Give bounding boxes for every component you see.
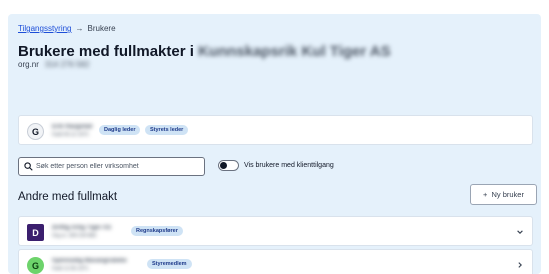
- current-user-card: G Erik Haugstad Født 09.12.1972 Daglig l…: [18, 115, 533, 145]
- avatar: G: [27, 123, 44, 140]
- list-item-sub: Org.nr. 309 234 882: [52, 233, 97, 239]
- toggle-knob: [220, 162, 227, 169]
- chevron-down-icon[interactable]: [516, 228, 524, 236]
- role-badge: Styrets leder: [145, 125, 189, 135]
- role-badge: Daglig leder: [99, 125, 141, 135]
- breadcrumb-arrow: →: [75, 24, 84, 33]
- breadcrumb: Tilgangsstyring → Brukere: [18, 24, 116, 33]
- avatar: G: [27, 257, 44, 274]
- page-title-prefix: Brukere med fullmakter i: [18, 43, 194, 60]
- search-icon: [24, 162, 33, 171]
- list-item[interactable]: D Driftig Artig Tiger AS Org.nr. 309 234…: [18, 216, 533, 246]
- plus-icon: +: [483, 190, 488, 199]
- list-item[interactable]: G Gjennsidig Mavangrubeke Født 12.05.197…: [18, 249, 533, 274]
- client-access-toggle[interactable]: [218, 160, 239, 171]
- search-field[interactable]: [18, 157, 205, 176]
- user-name: Erik Haugstad: [52, 124, 93, 130]
- new-user-label: Ny bruker: [491, 190, 524, 199]
- avatar: D: [27, 224, 44, 241]
- page-title-company: Kunnskapsrik Kul Tiger AS: [198, 43, 391, 60]
- breadcrumb-link-tilgangsstyring[interactable]: Tilgangsstyring: [18, 24, 72, 33]
- list-item-name: Gjennsidig Mavangrubeke: [52, 258, 127, 264]
- role-badge: Regnskapsfører: [131, 226, 183, 236]
- list-item-sub: Født 12.05.1971: [52, 266, 89, 272]
- list-item-name: Driftig Artig Tiger AS: [52, 225, 112, 231]
- new-user-button[interactable]: + Ny bruker: [470, 184, 537, 205]
- users-panel: Tilgangsstyring → Brukere Brukere med fu…: [8, 14, 541, 274]
- org-label: org.nr: [18, 60, 39, 69]
- breadcrumb-current: Brukere: [87, 24, 116, 33]
- org-number-line: org.nr 314 276 582: [18, 60, 89, 69]
- user-birthdate: Født 09.12.1972: [52, 132, 89, 138]
- client-access-toggle-label: Vis brukere med klienttilgang: [244, 162, 334, 169]
- page-title: Brukere med fullmakter i Kunnskapsrik Ku…: [18, 43, 391, 60]
- search-input[interactable]: [36, 160, 201, 173]
- org-number: 314 276 582: [44, 60, 90, 69]
- chevron-right-icon[interactable]: [516, 261, 524, 269]
- others-section-title: Andre med fullmakt: [18, 191, 118, 203]
- role-badge: Styremedlem: [147, 259, 192, 269]
